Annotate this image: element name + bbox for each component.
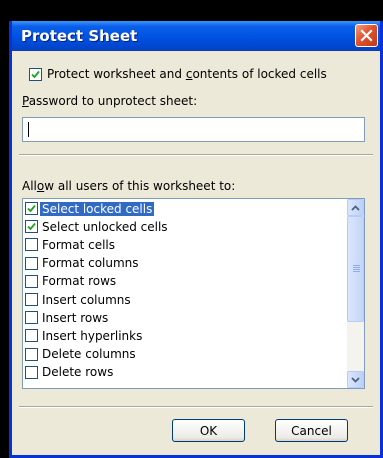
scroll-up-button[interactable] (347, 199, 364, 216)
permission-item-select-locked-cells[interactable]: Select locked cells (25, 200, 155, 217)
permission-checkbox[interactable] (25, 311, 38, 325)
scroll-down-arrow-icon (351, 376, 360, 383)
ok-button[interactable]: OK (172, 419, 245, 442)
permission-item-insert-columns[interactable]: Insert columns (25, 291, 131, 308)
cancel-button[interactable]: Cancel (275, 419, 348, 442)
permission-checkbox[interactable] (25, 256, 38, 270)
scroll-thumb[interactable] (347, 216, 364, 322)
permission-checkbox[interactable] (25, 238, 38, 252)
dialog-title: Protect Sheet (21, 27, 138, 45)
permission-label: Select locked cells (40, 201, 155, 216)
permissions-listbox[interactable]: Select locked cells Select unlocked cells… (22, 198, 365, 389)
permission-item-insert-hyperlinks[interactable]: Insert hyperlinks (25, 327, 142, 344)
permission-label: Delete columns (42, 347, 136, 362)
permission-label: Format columns (42, 256, 139, 271)
permission-item-format-cells[interactable]: Format cells (25, 236, 115, 253)
protect-contents-option[interactable]: Protect worksheet and contents of locked… (29, 67, 327, 81)
listbox-scrollbar[interactable] (347, 199, 364, 388)
permission-label: Format rows (42, 274, 117, 289)
permission-checkbox[interactable] (25, 329, 38, 343)
checkmark-icon (31, 70, 40, 78)
permission-label: Insert columns (42, 292, 131, 307)
close-icon (360, 29, 373, 42)
permission-checkbox[interactable] (25, 274, 38, 288)
permission-item-format-columns[interactable]: Format columns (25, 255, 139, 272)
password-label: Password to unprotect sheet: (22, 94, 198, 108)
permission-label: Insert hyperlinks (42, 328, 143, 343)
separator (19, 406, 373, 408)
checkmark-icon (27, 204, 36, 213)
text-caret (28, 122, 29, 137)
close-button[interactable] (355, 24, 378, 47)
protect-sheet-dialog: Protect Sheet Protect worksheet and cont… (9, 21, 383, 458)
permission-item-select-unlocked-cells[interactable]: Select unlocked cells (25, 218, 168, 235)
allow-users-label: Allow all users of this worksheet to: (22, 179, 236, 193)
permission-item-delete-columns[interactable]: Delete columns (25, 346, 136, 363)
permission-checkbox[interactable] (25, 365, 38, 379)
scroll-up-arrow-icon (351, 204, 360, 211)
permission-item-format-rows[interactable]: Format rows (25, 273, 116, 290)
separator (19, 154, 373, 156)
scroll-down-button[interactable] (347, 371, 364, 388)
permission-label: Select unlocked cells (42, 219, 168, 234)
protect-contents-label: Protect worksheet and contents of locked… (47, 67, 327, 81)
permission-checkbox[interactable] (25, 293, 38, 306)
permission-label: Delete rows (42, 365, 114, 380)
title-bar[interactable]: Protect Sheet (12, 21, 380, 51)
permission-checkbox[interactable] (25, 347, 38, 361)
checkmark-icon (27, 223, 36, 231)
permission-item-insert-rows[interactable]: Insert rows (25, 309, 108, 326)
permission-label: Format cells (42, 237, 116, 252)
password-input[interactable] (22, 117, 365, 142)
permission-label: Insert rows (42, 310, 109, 325)
permission-item-delete-rows[interactable]: Delete rows (25, 364, 113, 381)
permission-checkbox[interactable] (25, 220, 38, 234)
protect-contents-checkbox[interactable] (29, 67, 42, 81)
permission-checkbox[interactable] (25, 202, 38, 215)
